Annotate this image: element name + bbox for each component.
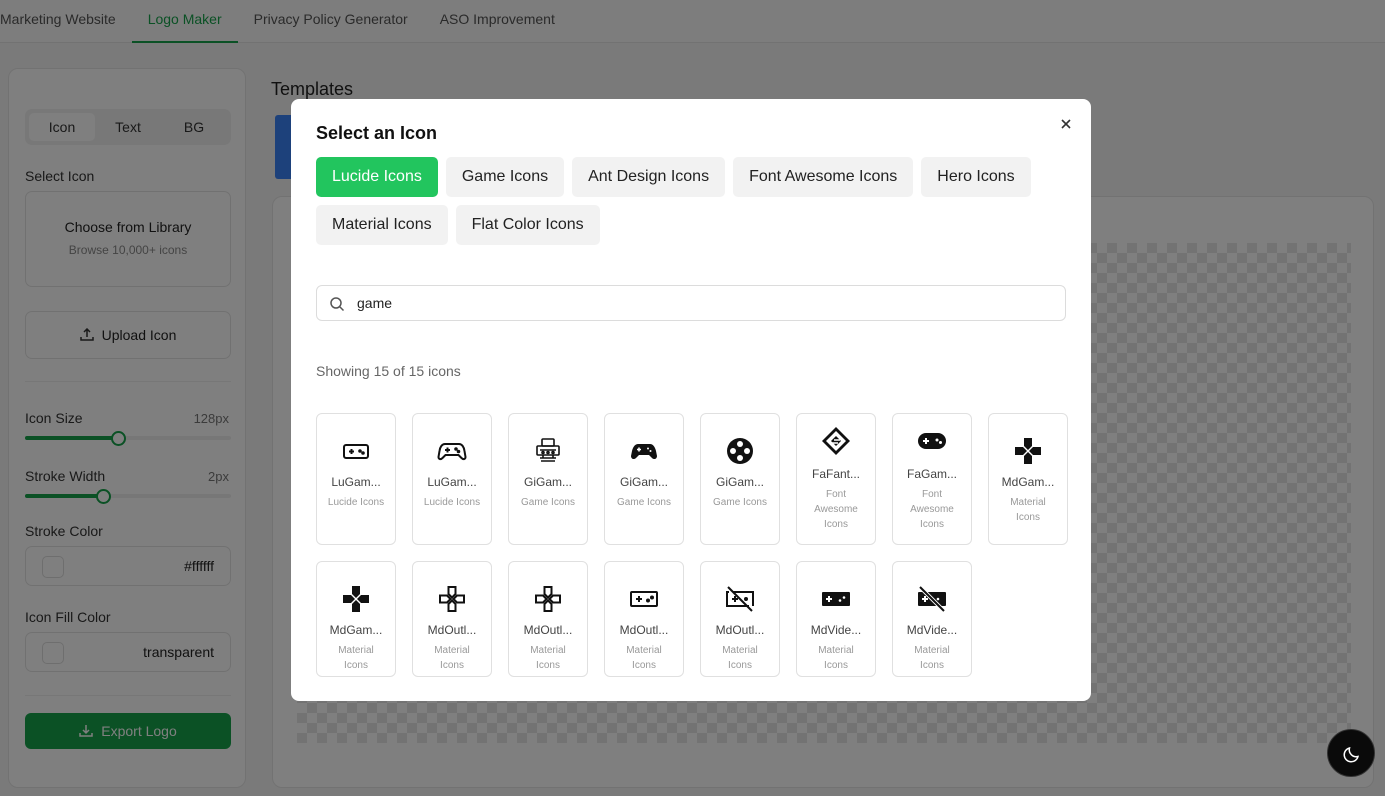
moon-icon: [1343, 746, 1360, 763]
icon-card[interactable]: GiGam... Game Icons: [700, 413, 780, 545]
videogame-icon: [822, 592, 850, 606]
icon-name: LuGam...: [427, 475, 477, 489]
icon-library: Material Icons: [1010, 497, 1046, 523]
tab-game-icons[interactable]: Game Icons: [445, 157, 565, 197]
tab-ant-design-icons[interactable]: Ant Design Icons: [572, 157, 726, 197]
icon-library: Material Icons: [434, 645, 470, 671]
icon-name: MdGam...: [1001, 475, 1055, 489]
icon-card[interactable]: MdGam... Material Icons: [316, 561, 396, 677]
icon-library: Lucide Icons: [423, 497, 481, 508]
icon-library: Game Icons: [713, 497, 767, 508]
games-outline-icon: [439, 586, 465, 612]
icon-name: LuGam...: [331, 475, 381, 489]
icon-library: Material Icons: [338, 645, 374, 671]
icon-library: Material Icons: [530, 645, 566, 671]
icon-card[interactable]: MdGam... Material Icons: [988, 413, 1068, 545]
tab-font-awesome-icons[interactable]: Font Awesome Icons: [733, 157, 914, 197]
search-input[interactable]: [357, 286, 1047, 320]
icon-name: MdOutl...: [523, 623, 573, 637]
icon-library: Game Icons: [617, 497, 671, 508]
library-tabs: Lucide Icons Game Icons Ant Design Icons…: [316, 157, 1066, 245]
icon-card[interactable]: LuGam... Lucide Icons: [316, 413, 396, 545]
videogame-off-icon: [918, 585, 946, 613]
search-icon: [330, 297, 345, 312]
icon-card[interactable]: GiGam... Game Icons: [604, 413, 684, 545]
tab-lucide-icons[interactable]: Lucide Icons: [316, 157, 438, 197]
icon-library: Font Awesome Icons: [814, 489, 858, 530]
gamepad-fa-icon: [918, 433, 946, 449]
games-outline-icon: [535, 586, 561, 612]
icon-card[interactable]: MdOutl... Material Icons: [508, 561, 588, 677]
icon-name: FaFant...: [811, 467, 861, 481]
icon-name: MdOutl...: [619, 623, 669, 637]
gamepad-2-icon: [437, 443, 467, 461]
videogame-off-outline-icon: [726, 586, 754, 612]
fantasy-flight-icon: [822, 427, 850, 455]
icon-card[interactable]: MdOutl... Material Icons: [700, 561, 780, 677]
icon-name: MdOutl...: [715, 623, 765, 637]
icon-library: Material Icons: [626, 645, 662, 671]
videogame-outline-icon: [630, 591, 658, 607]
icon-card[interactable]: FaGam... Font Awesome Icons: [892, 413, 972, 545]
icon-card[interactable]: MdOutl... Material Icons: [604, 561, 684, 677]
theme-toggle-button[interactable]: [1327, 729, 1375, 777]
tab-material-icons[interactable]: Material Icons: [316, 205, 448, 245]
games-icon: [343, 586, 369, 612]
icon-card[interactable]: FaFant... Font Awesome Icons: [796, 413, 876, 545]
icon-library: Material Icons: [818, 645, 854, 671]
icon-search-box: [316, 285, 1066, 321]
icon-library: Lucide Icons: [327, 497, 385, 508]
game-console-icon: [536, 438, 560, 462]
icon-library: Material Icons: [722, 645, 758, 671]
icon-name: MdVide...: [906, 623, 958, 637]
tab-flat-color-icons[interactable]: Flat Color Icons: [455, 205, 600, 245]
close-icon[interactable]: [1057, 115, 1075, 133]
tab-hero-icons[interactable]: Hero Icons: [921, 157, 1031, 197]
gamepad-solid-icon: [631, 444, 657, 460]
icon-name: GiGam...: [523, 475, 572, 489]
dialog-title: Select an Icon: [316, 123, 438, 143]
icon-name: GiGam...: [619, 475, 668, 489]
icon-card[interactable]: MdVide... Material Icons: [796, 561, 876, 677]
games-icon: [1015, 438, 1041, 464]
icon-library: Font Awesome Icons: [910, 489, 954, 530]
icon-card[interactable]: MdVide... Material Icons: [892, 561, 972, 677]
icon-card[interactable]: GiGam... Game Icons: [508, 413, 588, 545]
icon-card[interactable]: MdOutl... Material Icons: [412, 561, 492, 677]
icon-name: MdOutl...: [427, 623, 477, 637]
icon-name: GiGam...: [715, 475, 764, 489]
select-icon-dialog: Select an Icon Lucide Icons Game Icons A…: [291, 99, 1091, 701]
icon-name: FaGam...: [906, 467, 957, 481]
icon-library: Material Icons: [914, 645, 950, 671]
icon-card[interactable]: LuGam... Lucide Icons: [412, 413, 492, 545]
icon-name: MdGam...: [329, 623, 383, 637]
gamepad-cross-icon: [727, 438, 753, 464]
gamepad-outline-icon: [343, 444, 369, 459]
icon-name: MdVide...: [810, 623, 862, 637]
icon-library: Game Icons: [521, 497, 575, 508]
icon-grid: LuGam... Lucide Icons LuGam... Lucide Ic…: [316, 413, 1068, 677]
results-count: Showing 15 of 15 icons: [316, 363, 461, 379]
